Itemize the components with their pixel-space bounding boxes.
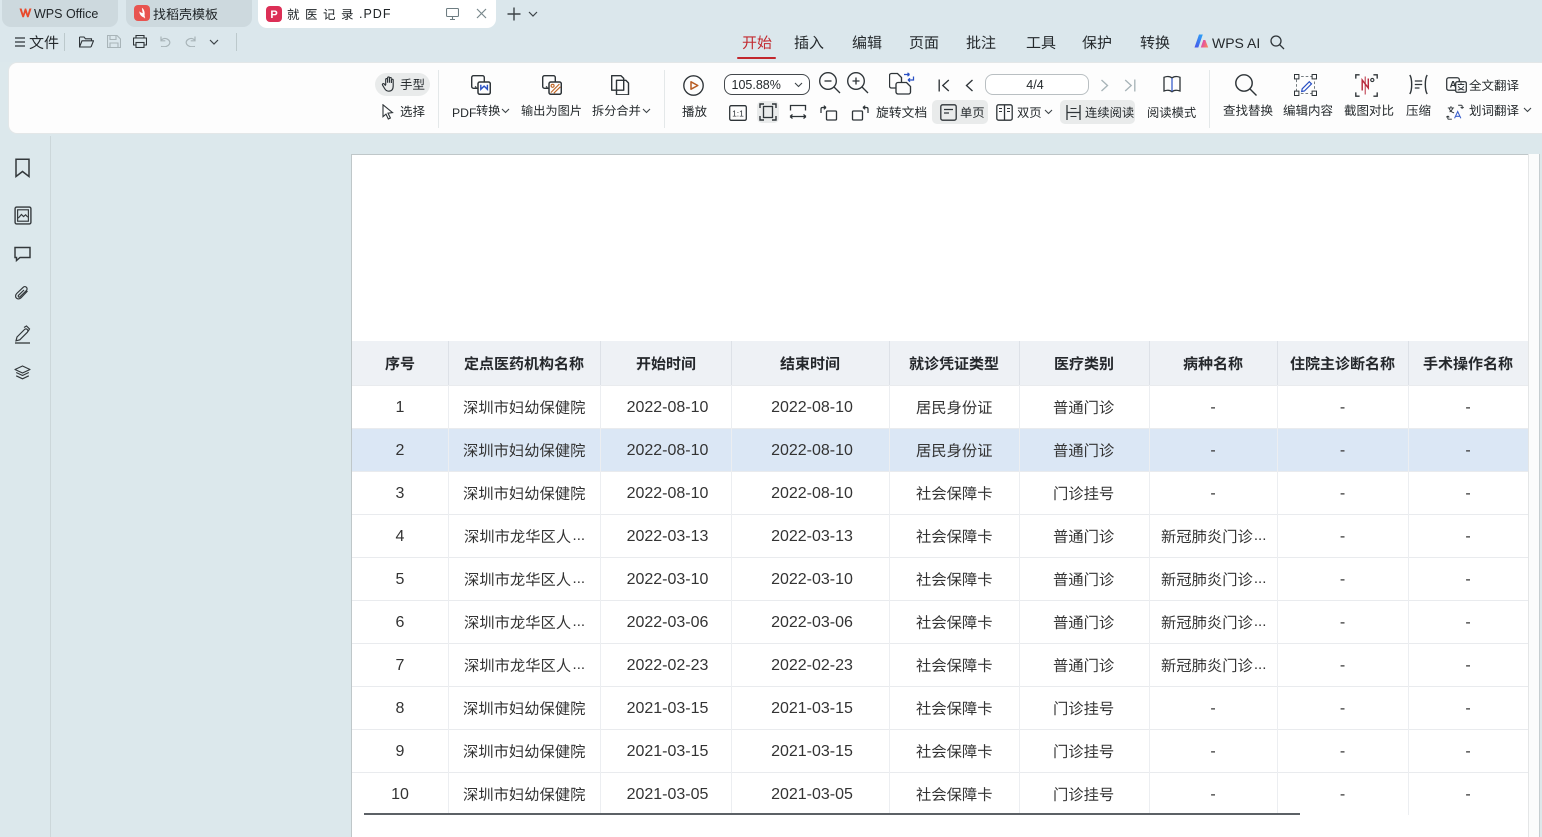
svg-text:1:1: 1:1 — [732, 109, 744, 119]
svg-text:P: P — [270, 9, 277, 21]
